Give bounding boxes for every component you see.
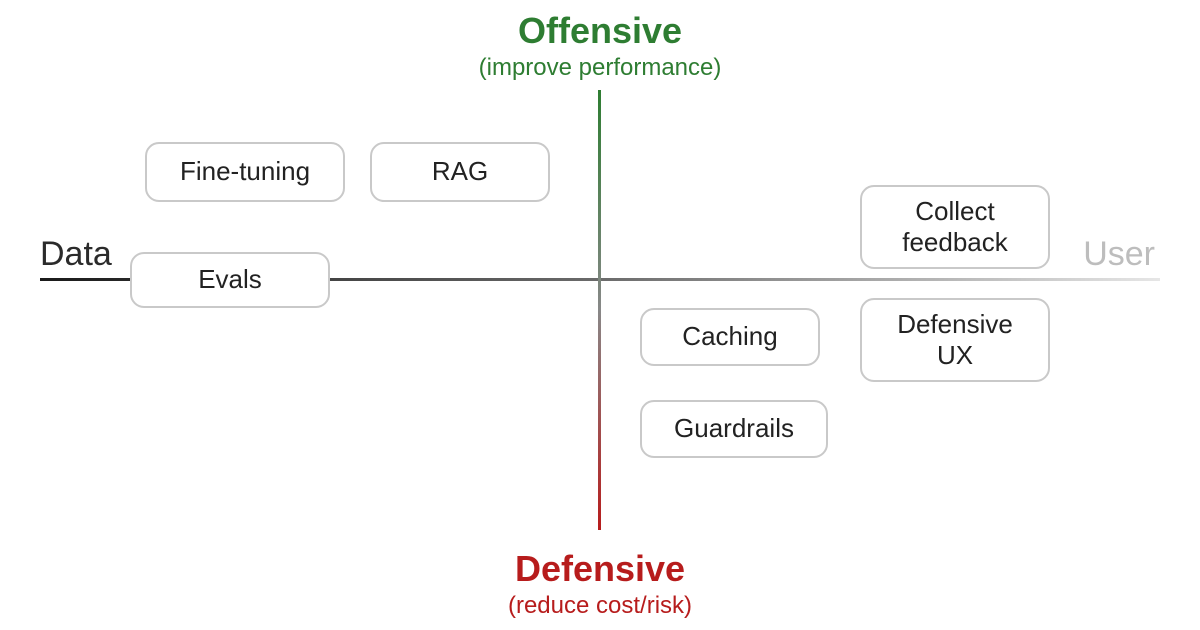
node-collect-feedback: Collectfeedback [860,185,1050,269]
axis-label-right: User [1083,235,1155,274]
node-rag: RAG [370,142,550,202]
axis-label-left: Data [40,235,112,274]
axis-top-title: Offensive [0,10,1200,52]
node-guardrails: Guardrails [640,400,828,458]
axis-bottom-title: Defensive [0,548,1200,590]
axis-bottom-subtitle: (reduce cost/risk) [0,592,1200,620]
vertical-axis [598,90,601,530]
axis-top-subtitle: (improve performance) [0,54,1200,82]
node-evals: Evals [130,252,330,308]
axis-label-top: Offensive (improve performance) [0,10,1200,82]
quadrant-diagram: Offensive (improve performance) Defensiv… [0,0,1200,630]
node-fine-tuning: Fine-tuning [145,142,345,202]
axis-label-bottom: Defensive (reduce cost/risk) [0,548,1200,620]
node-caching: Caching [640,308,820,366]
node-defensive-ux: DefensiveUX [860,298,1050,382]
